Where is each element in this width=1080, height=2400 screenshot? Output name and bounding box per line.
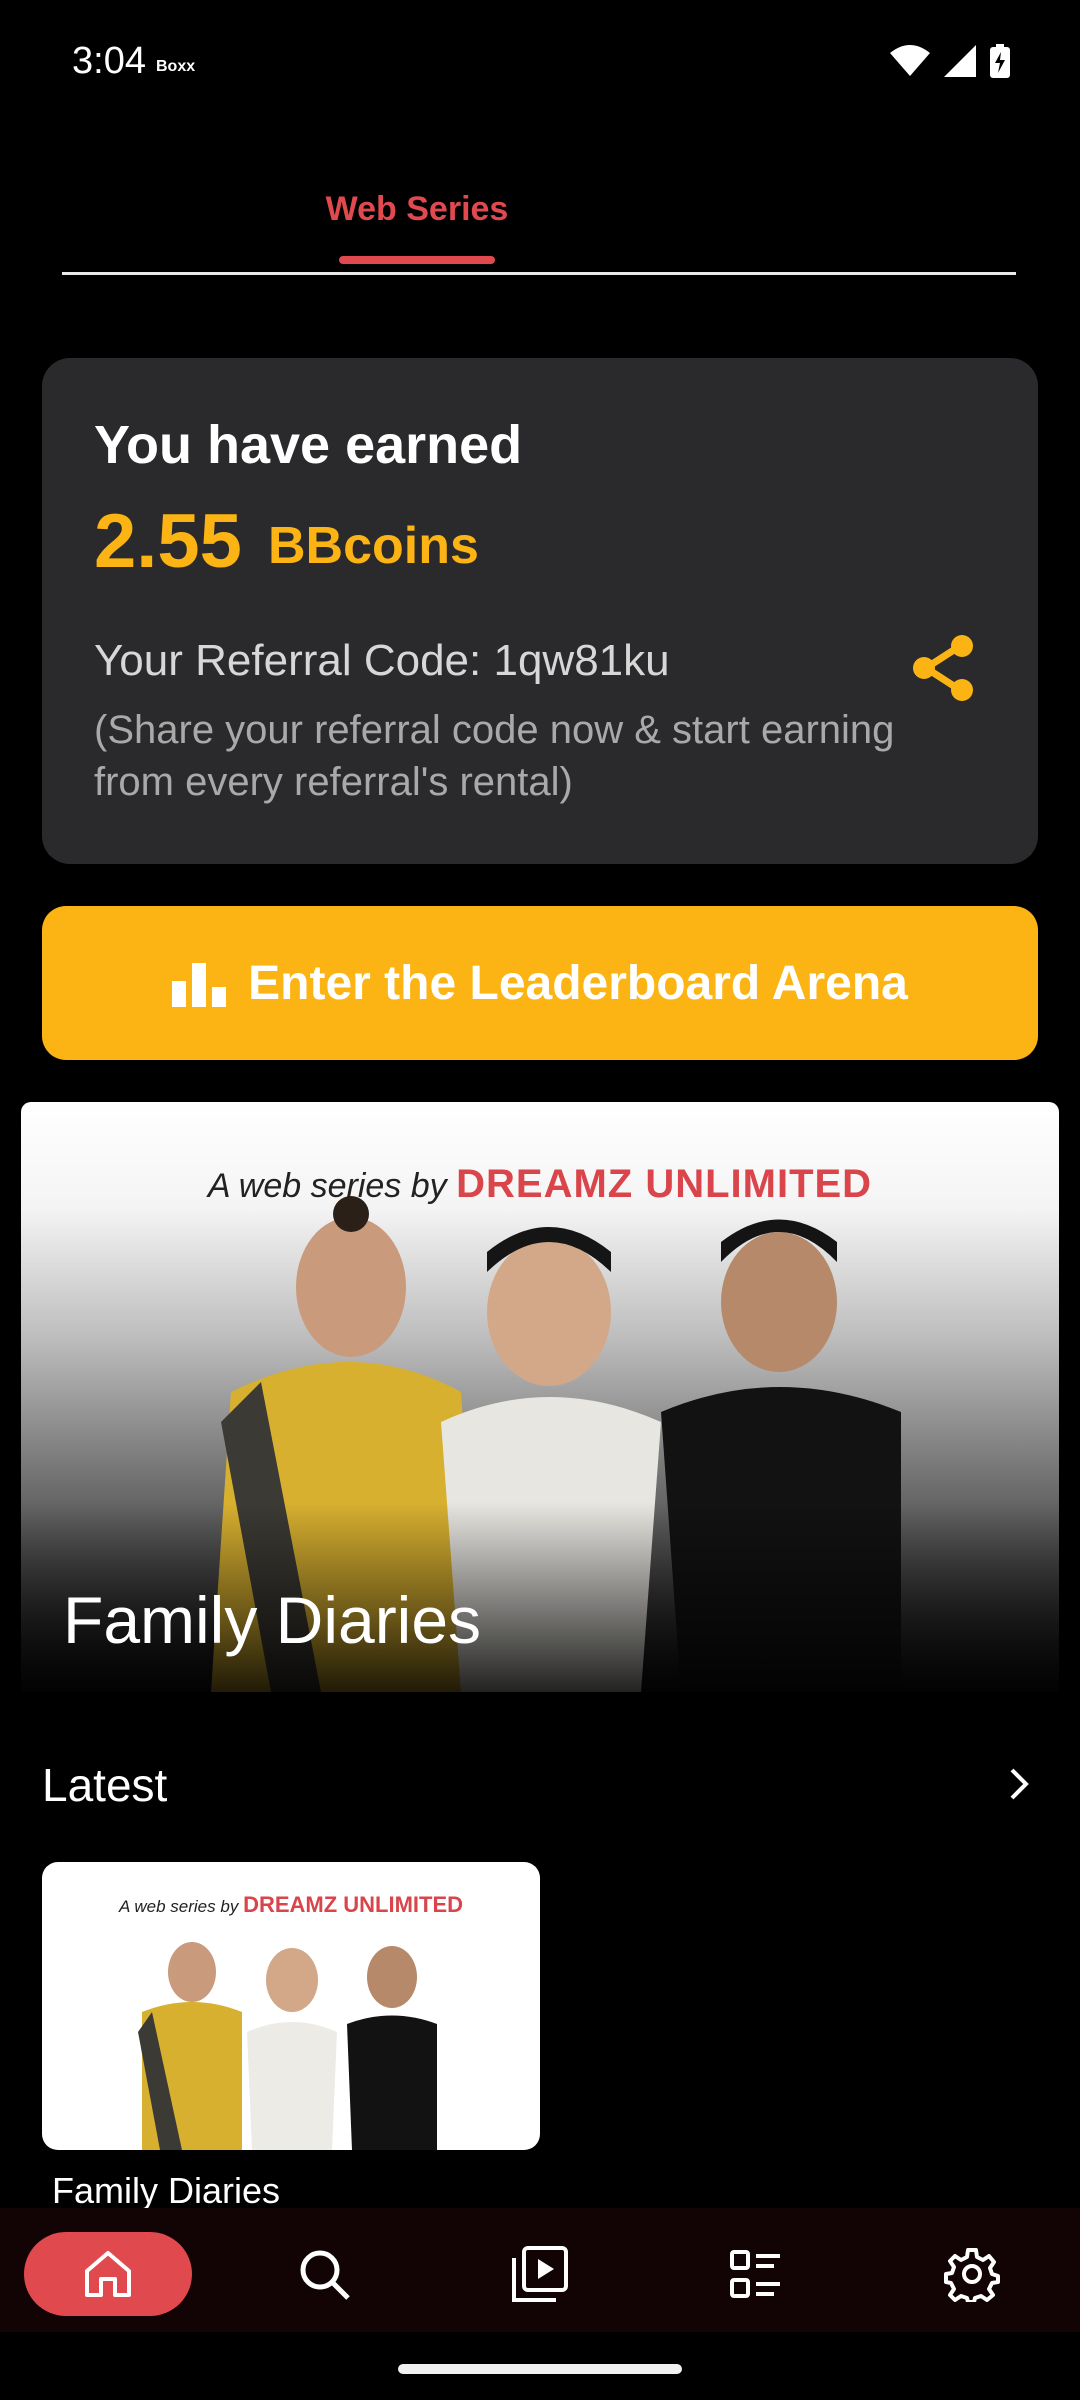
- thumbnail-cast-image: [138, 1942, 437, 2150]
- latest-see-all[interactable]: [996, 1762, 1040, 1806]
- leaderboard-icon: [172, 963, 227, 1007]
- featured-banner[interactable]: A web series by DREAMZ UNLIMITED Family …: [21, 1102, 1059, 1692]
- wifi-icon: [890, 45, 930, 76]
- nav-list-button[interactable]: [716, 2234, 796, 2314]
- leaderboard-label: Enter the Leaderboard Arena: [248, 956, 908, 1010]
- gesture-bar: [398, 2364, 682, 2374]
- tab-web-series[interactable]: Web Series: [262, 190, 572, 229]
- tab-bar: Web Series: [62, 160, 1016, 275]
- battery-icon: [990, 44, 1010, 78]
- chevron-right-icon: [1010, 1768, 1029, 1800]
- status-time: 3:04: [72, 40, 146, 82]
- nav-home-button[interactable]: [24, 2232, 192, 2316]
- nav-search-button[interactable]: [284, 2234, 364, 2314]
- tab-indicator: [339, 256, 495, 264]
- status-carrier: Boxx: [156, 58, 196, 75]
- nav-settings-button[interactable]: [932, 2234, 1012, 2314]
- share-button[interactable]: [908, 632, 980, 704]
- earnings-card: You have earned 2.55 BBcoins Your Referr…: [42, 358, 1038, 864]
- nav-videos-button[interactable]: [500, 2234, 580, 2314]
- leaderboard-button[interactable]: Enter the Leaderboard Arena: [42, 906, 1038, 1060]
- signal-icon: [944, 45, 976, 77]
- latest-card-title[interactable]: Family Diaries: [52, 2170, 280, 2212]
- status-bar: 3:04 Boxx: [0, 0, 1080, 130]
- home-icon: [85, 2251, 131, 2297]
- earnings-amount: 2.55: [94, 499, 242, 584]
- video-library-icon: [512, 2246, 568, 2302]
- bottom-navigation: [0, 2208, 1080, 2332]
- search-icon: [300, 2250, 350, 2300]
- latest-card-thumbnail[interactable]: A web series by DREAMZ UNLIMITED: [42, 1862, 540, 2150]
- earnings-unit: BBcoins: [268, 517, 479, 575]
- settings-icon: [944, 2248, 1000, 2302]
- status-icons: [890, 44, 1010, 78]
- list-icon: [730, 2250, 780, 2298]
- share-icon: [913, 635, 973, 701]
- earnings-title: You have earned: [94, 415, 523, 475]
- referral-code: Your Referral Code: 1qw81ku: [94, 636, 670, 685]
- latest-section-title: Latest: [42, 1759, 168, 1811]
- referral-note: (Share your referral code now & start ea…: [94, 708, 895, 804]
- banner-title: Family Diaries: [63, 1583, 482, 1657]
